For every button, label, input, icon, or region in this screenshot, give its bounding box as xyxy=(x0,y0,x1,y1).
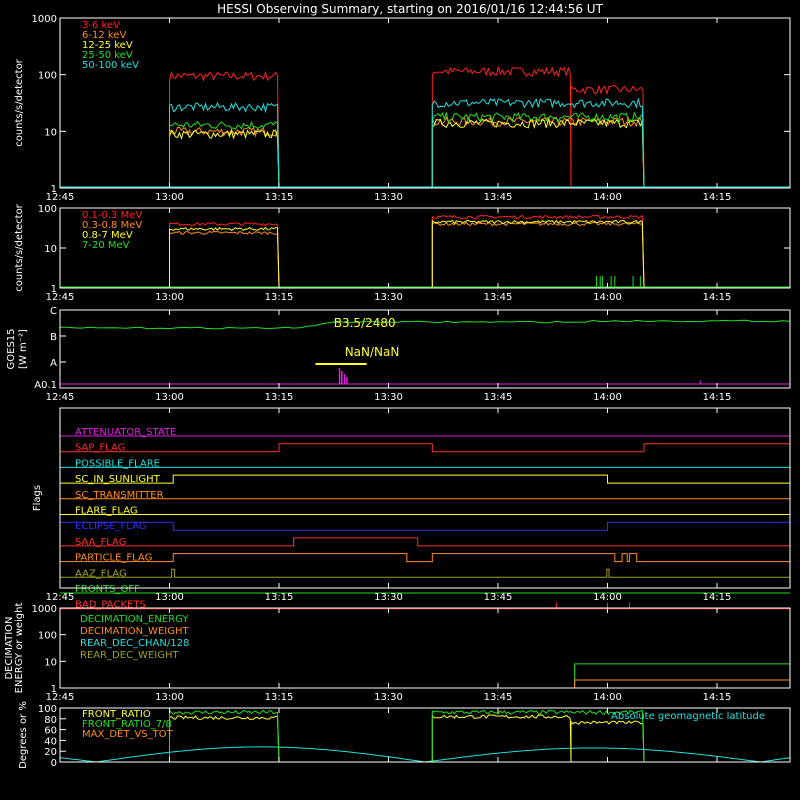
y-tick-label: 1000 xyxy=(32,14,57,25)
time-tick-label: 13:15 xyxy=(265,392,294,403)
y-tick-label: 10 xyxy=(44,127,57,138)
y-tick-label: 1 xyxy=(51,284,57,295)
legend-entry: REAR_DEC_CHAN/128 xyxy=(80,638,189,649)
latitude-label: Absolute geomagnetic latitude xyxy=(611,711,765,722)
time-tick-label: 14:15 xyxy=(703,392,732,403)
y-tick-label: 60 xyxy=(44,726,57,737)
y-axis-label: GOES15 xyxy=(6,328,17,369)
y-tick-label: 1 xyxy=(51,184,57,195)
y-axis-label-units: [W m⁻²] xyxy=(18,329,29,369)
time-tick-label: 14:15 xyxy=(703,292,732,303)
y-tick-label: A0.1 xyxy=(34,380,57,391)
y-tick-label: 100 xyxy=(38,204,57,215)
y-tick-label: 100 xyxy=(38,704,57,715)
y-tick-label: A xyxy=(50,358,57,369)
legend-entry: DECIMATION_ENERGY xyxy=(80,614,189,625)
goes-annotation: NaN/NaN xyxy=(345,345,400,359)
time-tick-label: 13:45 xyxy=(484,192,513,203)
time-tick-label: 13:45 xyxy=(484,292,513,303)
time-tick-label: 14:15 xyxy=(703,192,732,203)
y-axis-label: Flags xyxy=(32,485,43,511)
time-tick-label: 13:15 xyxy=(265,292,294,303)
time-tick-label: 13:30 xyxy=(374,592,403,603)
y-tick-label: 1 xyxy=(51,684,57,695)
time-tick-label: 13:45 xyxy=(484,692,513,703)
time-tick-label: 14:00 xyxy=(593,192,622,203)
time-tick-label: 14:00 xyxy=(593,392,622,403)
time-tick-label: 13:15 xyxy=(265,192,294,203)
y-tick-label: 80 xyxy=(44,715,57,726)
hessi-summary-chart: HESSI Observing Summary, starting on 201… xyxy=(0,0,800,800)
legend-entry: MAX_DET_VS_TOT xyxy=(82,729,174,740)
y-axis-label: counts/s/detector xyxy=(14,58,25,146)
y-tick-label: 100 xyxy=(38,71,57,82)
time-tick-label: 14:00 xyxy=(593,292,622,303)
time-tick-label: 13:00 xyxy=(155,192,184,203)
y-tick-label: 100 xyxy=(38,631,57,642)
time-tick-label: 13:30 xyxy=(374,192,403,203)
y-tick-label: 10 xyxy=(44,657,57,668)
time-tick-label: 13:30 xyxy=(374,692,403,703)
y-axis-label: Degrees or % xyxy=(18,701,29,769)
time-tick-label: 13:30 xyxy=(374,392,403,403)
legend-entry: DECIMATION_WEIGHT xyxy=(80,626,189,637)
time-tick-label: 13:00 xyxy=(155,392,184,403)
legend-entry: REAR_DEC_WEIGHT xyxy=(80,650,179,661)
y-tick-label: B xyxy=(50,332,57,343)
time-tick-label: 13:00 xyxy=(155,292,184,303)
chart-title: HESSI Observing Summary, starting on 201… xyxy=(217,2,603,16)
legend-entry: 50-100 keV xyxy=(82,60,139,71)
y-tick-label: 20 xyxy=(44,747,57,758)
time-tick-label: 13:00 xyxy=(155,592,184,603)
y-tick-label: 40 xyxy=(44,736,57,747)
time-tick-label: 14:15 xyxy=(703,592,732,603)
time-tick-label: 12:45 xyxy=(46,592,75,603)
time-tick-label: 13:45 xyxy=(484,392,513,403)
y-tick-label: 0 xyxy=(51,758,57,769)
y-tick-label: 10 xyxy=(44,244,57,255)
y-axis-label: counts/s/detector xyxy=(14,203,25,291)
goes-annotation: B3.5/2480 xyxy=(334,316,396,330)
time-tick-label: 13:15 xyxy=(265,692,294,703)
time-tick-label: 13:00 xyxy=(155,692,184,703)
time-tick-label: 12:45 xyxy=(46,392,75,403)
time-tick-label: 14:00 xyxy=(593,692,622,703)
y-axis-label-2: ENERGY or weight xyxy=(14,603,25,694)
time-tick-label: 14:15 xyxy=(703,692,732,703)
y-tick-label: 1000 xyxy=(32,604,57,615)
time-tick-label: 14:00 xyxy=(593,592,622,603)
flag-label: ECLIPSE_FLAG xyxy=(75,521,146,532)
legend-entry: 7-20 MeV xyxy=(82,240,130,251)
time-tick-label: 13:15 xyxy=(265,592,294,603)
y-tick-label: C xyxy=(50,306,57,317)
time-tick-label: 13:45 xyxy=(484,592,513,603)
time-tick-label: 13:30 xyxy=(374,292,403,303)
